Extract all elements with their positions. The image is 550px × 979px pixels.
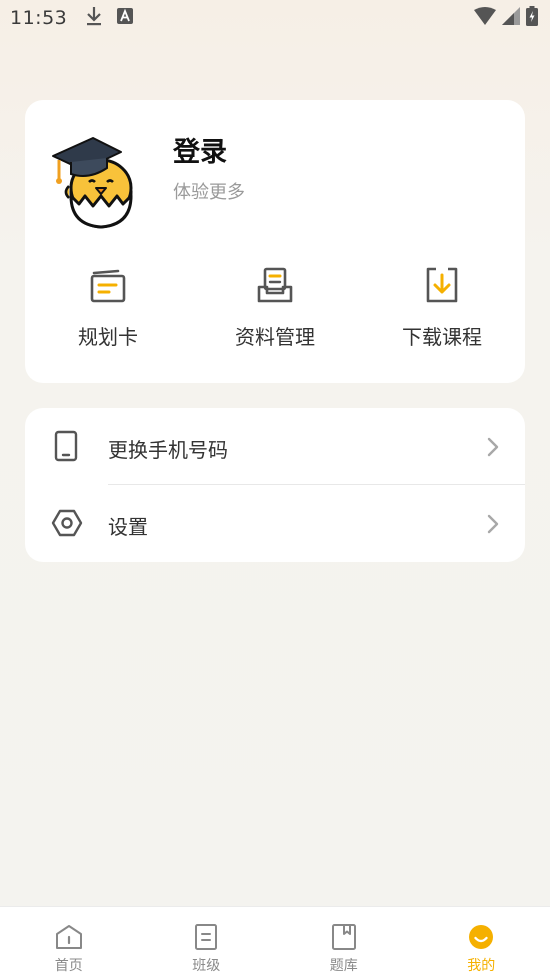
download-course-label: 下载课程 <box>402 325 482 349</box>
wifi-icon <box>474 7 496 29</box>
profile-card: 登录 体验更多 规划卡 资料管理 下载课程 <box>25 100 525 383</box>
tab-class[interactable]: 班级 <box>138 907 276 979</box>
tab-question-bank[interactable]: 题库 <box>275 907 413 979</box>
tab-home[interactable]: 首页 <box>0 907 138 979</box>
tab-home-label: 首页 <box>54 958 83 974</box>
materials-button[interactable]: 资料管理 <box>205 265 345 365</box>
change-phone-label: 更换手机号码 <box>108 438 228 462</box>
planning-card-icon <box>38 265 178 305</box>
tab-question-bank-label: 题库 <box>329 958 358 974</box>
download-course-button[interactable]: 下载课程 <box>372 265 512 365</box>
download-icon <box>372 265 512 305</box>
settings-label: 设置 <box>108 515 148 539</box>
planning-card-button[interactable]: 规划卡 <box>38 265 178 365</box>
menu-card: 更换手机号码 设置 <box>25 408 525 562</box>
login-subtitle: 体验更多 <box>173 182 245 203</box>
status-time: 11:53 <box>10 7 68 29</box>
status-bar: 11:53 <box>0 0 550 36</box>
question-bank-icon <box>275 923 413 951</box>
battery-icon <box>526 6 538 30</box>
chevron-right-icon <box>487 514 499 538</box>
materials-label: 资料管理 <box>235 325 315 349</box>
tab-mine-label: 我的 <box>467 958 496 974</box>
bottom-tab-bar: 首页 班级 题库 我的 <box>0 906 550 979</box>
phone-icon <box>51 430 81 466</box>
download-status-icon <box>85 6 103 30</box>
class-icon <box>138 923 276 951</box>
materials-icon <box>205 265 345 305</box>
login-title[interactable]: 登录 <box>173 130 227 169</box>
keyboard-status-icon <box>117 8 134 28</box>
tab-mine[interactable]: 我的 <box>413 907 550 979</box>
planning-card-label: 规划卡 <box>78 325 138 349</box>
mine-icon <box>413 923 550 951</box>
chevron-right-icon <box>487 437 499 461</box>
avatar[interactable] <box>51 130 151 230</box>
home-icon <box>0 923 138 951</box>
tab-class-label: 班级 <box>192 958 221 974</box>
settings-icon <box>51 507 83 543</box>
settings-row[interactable]: 设置 <box>25 485 525 562</box>
change-phone-row[interactable]: 更换手机号码 <box>25 408 525 485</box>
quick-actions: 规划卡 资料管理 下载课程 <box>25 265 525 365</box>
signal-icon <box>502 7 520 29</box>
